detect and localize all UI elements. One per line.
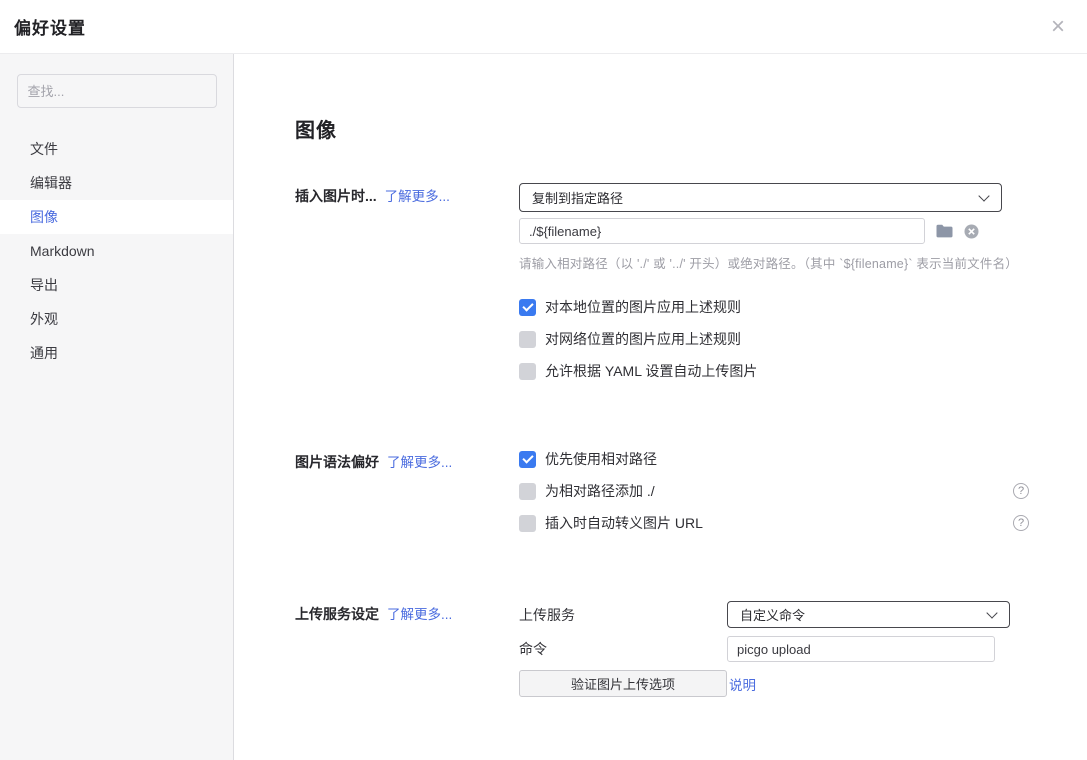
- insert-learn-more-link[interactable]: 了解更多...: [385, 189, 450, 204]
- checkbox-row-yaml-upload[interactable]: 允许根据 YAML 设置自动上传图片: [519, 361, 1087, 381]
- browse-folder-icon[interactable]: [936, 224, 953, 238]
- sidebar-item-appearance[interactable]: 外观: [0, 302, 233, 336]
- checkbox-local-rule: [519, 299, 536, 316]
- checkbox-yaml-upload: [519, 363, 536, 380]
- sidebar-nav: 文件 编辑器 图像 Markdown 导出 外观 通用: [0, 132, 233, 370]
- path-hint-text: 请输入相对路径（以 './' 或 '../' 开头）或绝对路径。（其中 `${f…: [519, 253, 1087, 272]
- window-title: 偏好设置: [14, 14, 86, 39]
- checkbox-row-relative-path[interactable]: 优先使用相对路径: [519, 449, 1029, 469]
- checkbox-row-escape-url[interactable]: 插入时自动转义图片 URL ?: [519, 513, 1029, 533]
- checkbox-row-local-rule[interactable]: 对本地位置的图片应用上述规则: [519, 297, 1087, 317]
- sidebar-item-markdown[interactable]: Markdown: [0, 234, 233, 268]
- sidebar-item-export[interactable]: 导出: [0, 268, 233, 302]
- command-field-label: 命令: [519, 639, 727, 659]
- sidebar-item-image[interactable]: 图像: [0, 200, 233, 234]
- validate-upload-button[interactable]: 验证图片上传选项: [519, 670, 727, 697]
- clear-path-icon[interactable]: [964, 224, 979, 239]
- sidebar: 文件 编辑器 图像 Markdown 导出 外观 通用: [0, 54, 234, 760]
- image-syntax-label: 图片语法偏好: [295, 454, 379, 470]
- content-pane: 图像 插入图片时... 了解更多... 复制到指定路径: [234, 54, 1087, 760]
- checkbox-label: 对网络位置的图片应用上述规则: [545, 329, 741, 349]
- help-icon[interactable]: ?: [1013, 483, 1029, 499]
- command-input[interactable]: [727, 636, 995, 662]
- section-image-syntax: 图片语法偏好了解更多... 优先使用相对路径 为相对路径添加 ./ ?: [295, 449, 1087, 545]
- upload-service-select[interactable]: 自定义命令: [727, 601, 1010, 628]
- syntax-learn-more-link[interactable]: 了解更多...: [387, 455, 452, 470]
- chevron-down-icon: [986, 607, 997, 618]
- upload-service-field-label: 上传服务: [519, 605, 727, 625]
- section-insert-image: 插入图片时... 了解更多... 复制到指定路径: [295, 183, 1087, 393]
- checkbox-label: 为相对路径添加 ./: [545, 481, 655, 501]
- upload-service-label: 上传服务设定: [295, 606, 379, 622]
- close-icon[interactable]: ×: [1045, 15, 1071, 39]
- upload-learn-more-link[interactable]: 了解更多...: [387, 607, 452, 622]
- checkbox-row-network-rule[interactable]: 对网络位置的图片应用上述规则: [519, 329, 1087, 349]
- help-icon[interactable]: ?: [1013, 515, 1029, 531]
- checkbox-escape-url: [519, 515, 536, 532]
- page-title: 图像: [295, 114, 1087, 143]
- checkbox-label: 插入时自动转义图片 URL: [545, 513, 703, 533]
- sidebar-item-editor[interactable]: 编辑器: [0, 166, 233, 200]
- checkbox-row-add-dot-slash[interactable]: 为相对路径添加 ./ ?: [519, 481, 1029, 501]
- insert-image-label: 插入图片时...: [295, 188, 377, 204]
- insert-action-select[interactable]: 复制到指定路径: [519, 183, 1002, 212]
- checkbox-label: 允许根据 YAML 设置自动上传图片: [545, 361, 757, 381]
- chevron-down-icon: [978, 190, 989, 201]
- checkbox-add-dot-slash: [519, 483, 536, 500]
- checkbox-relative-path: [519, 451, 536, 468]
- upload-service-value: 自定义命令: [740, 605, 805, 624]
- insert-action-value: 复制到指定路径: [532, 188, 623, 207]
- titlebar: 偏好设置 ×: [0, 0, 1087, 54]
- checkbox-label: 对本地位置的图片应用上述规则: [545, 297, 741, 317]
- search-input[interactable]: [17, 74, 217, 108]
- checkbox-label: 优先使用相对路径: [545, 449, 657, 469]
- section-upload-service: 上传服务设定了解更多... 上传服务 自定义命令 命令 验证图片上传选项 说明: [295, 601, 1087, 697]
- upload-docs-link[interactable]: 说明: [727, 674, 1010, 694]
- checkbox-network-rule: [519, 331, 536, 348]
- preferences-window: 偏好设置 × 文件 编辑器 图像 Markdown 导出 外观 通用 图像 插入…: [0, 0, 1087, 760]
- sidebar-item-file[interactable]: 文件: [0, 132, 233, 166]
- copy-path-input[interactable]: [519, 218, 925, 244]
- sidebar-item-general[interactable]: 通用: [0, 336, 233, 370]
